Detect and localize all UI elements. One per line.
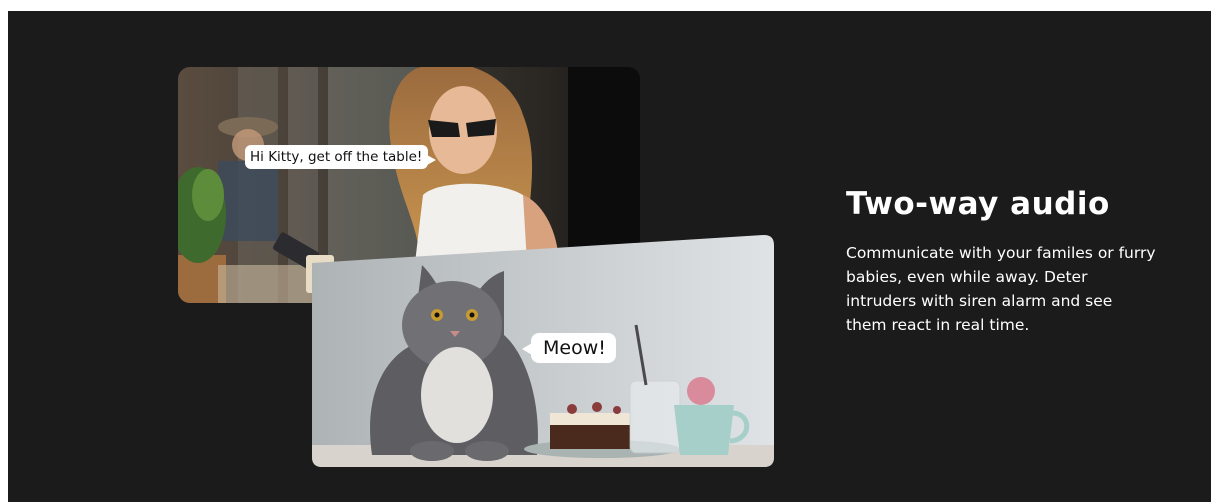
feature-section: Hi Kitty, get off the table! Meow! Two-w… <box>8 11 1211 502</box>
feature-description: Communicate with your familes or furry b… <box>846 244 1156 334</box>
woman-speech-bubble: Hi Kitty, get off the table! <box>245 145 437 169</box>
cat-speech-bubble: Meow! <box>522 333 616 363</box>
feature-title: Two-way audio <box>846 186 1110 222</box>
